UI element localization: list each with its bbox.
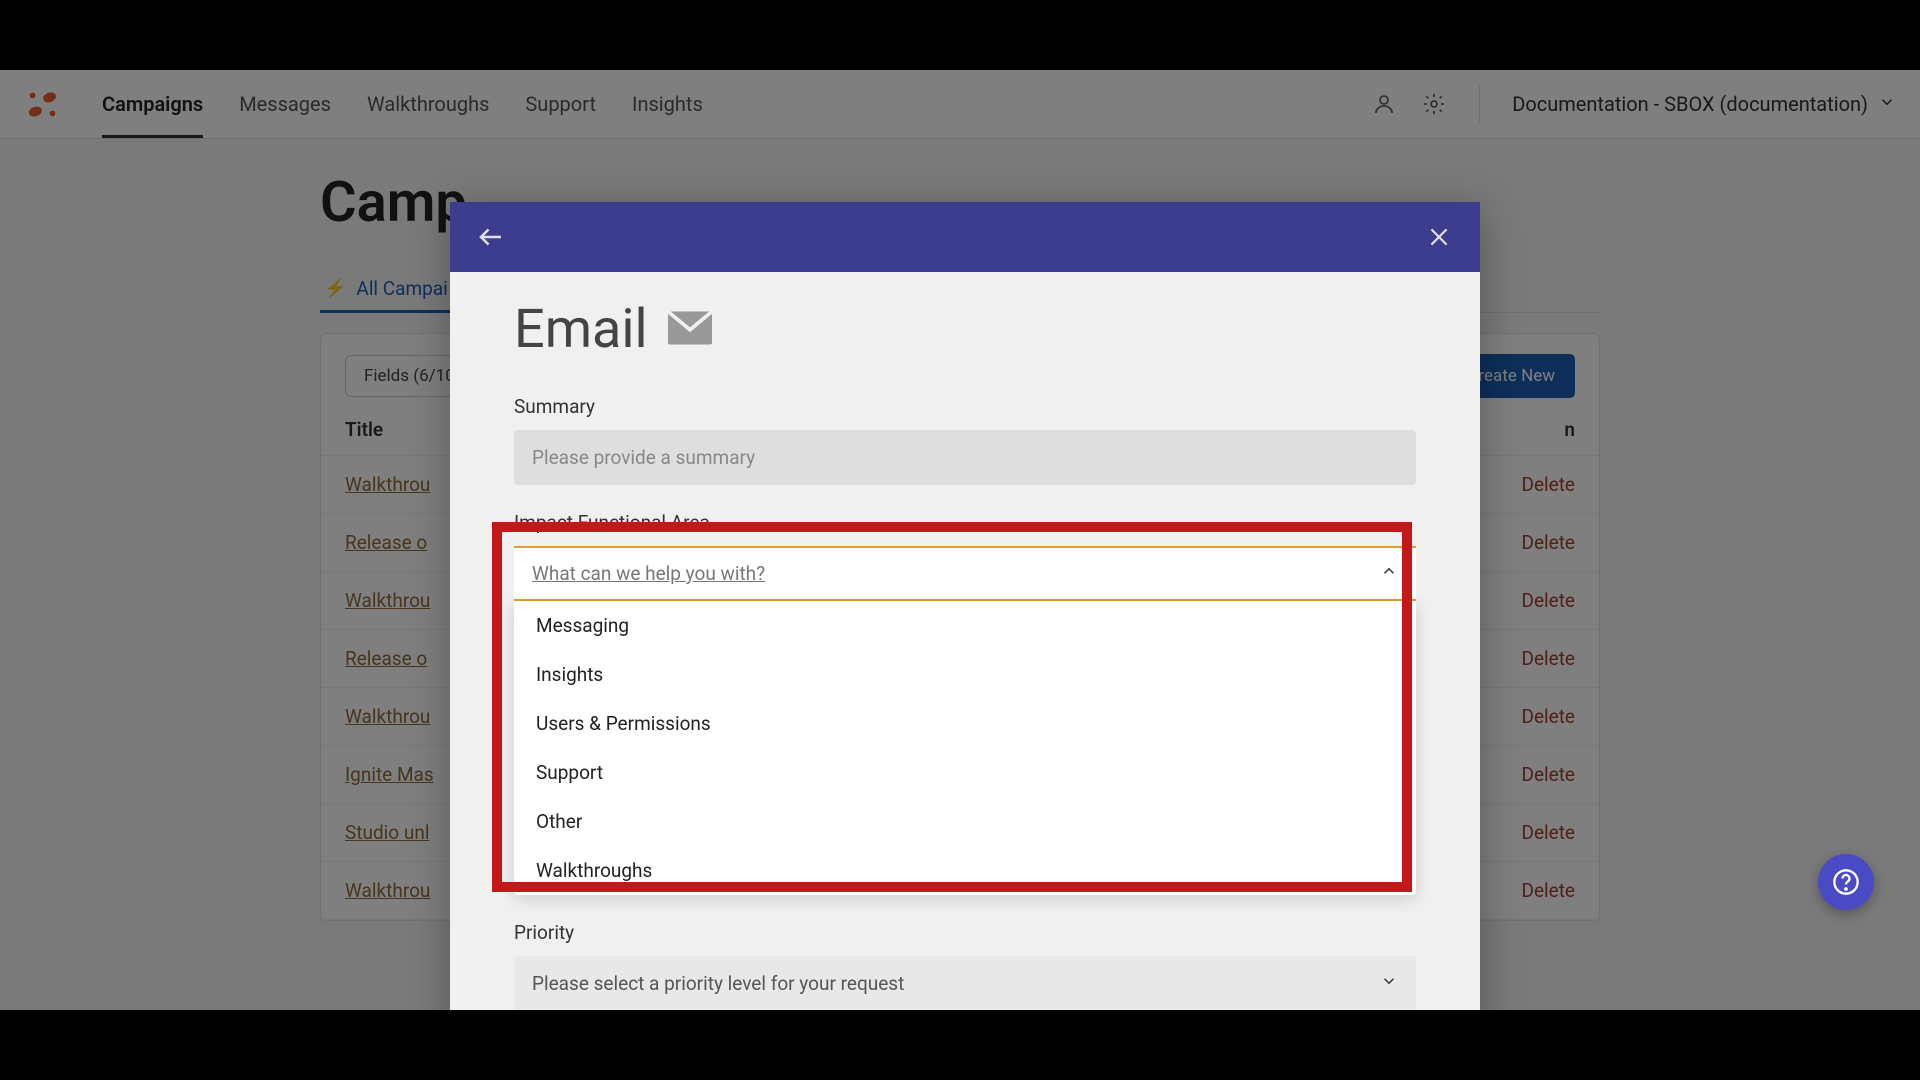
modal-title: Email [514, 298, 648, 361]
close-icon[interactable] [1424, 222, 1454, 252]
brand-logo[interactable] [24, 85, 62, 123]
functional-area-options: MessagingInsightsUsers & PermissionsSupp… [514, 601, 1416, 895]
summary-input[interactable] [514, 430, 1416, 485]
fields-label: Fields (6/10 [364, 366, 455, 386]
nav-support[interactable]: Support [525, 70, 596, 138]
priority-placeholder: Please select a priority level for your … [532, 972, 904, 995]
email-modal: Email Summary Impact Functional Area Wha… [450, 202, 1480, 1010]
modal-header [450, 202, 1480, 272]
tab-all-campaigns[interactable]: ⚡ All Campai [320, 265, 452, 312]
mail-icon [668, 311, 712, 349]
functional-area-option[interactable]: Walkthroughs [514, 846, 1416, 895]
bolt-icon: ⚡ [324, 278, 346, 299]
chevron-up-icon [1380, 562, 1398, 585]
nav-walkthroughs[interactable]: Walkthroughs [367, 70, 489, 138]
nav-items: Campaigns Messages Walkthroughs Support … [102, 70, 703, 138]
divider [1479, 86, 1480, 122]
back-arrow-icon[interactable] [476, 222, 506, 252]
functional-area-label: Impact Functional Area [514, 511, 1416, 534]
functional-area-section: Impact Functional Area What can we help … [514, 511, 1416, 895]
nav-campaigns[interactable]: Campaigns [102, 70, 203, 138]
priority-select[interactable]: Please select a priority level for your … [514, 956, 1416, 1010]
help-fab[interactable] [1818, 854, 1874, 910]
tab-label: All Campai [356, 277, 447, 300]
functional-area-option[interactable]: Support [514, 748, 1416, 797]
org-picker[interactable]: Documentation - SBOX (documentation) [1512, 92, 1896, 116]
modal-body: Email Summary Impact Functional Area Wha… [450, 272, 1480, 1010]
user-icon[interactable] [1371, 91, 1397, 117]
nav-messages[interactable]: Messages [239, 70, 331, 138]
top-nav: Campaigns Messages Walkthroughs Support … [0, 70, 1920, 139]
summary-label: Summary [514, 395, 1416, 418]
org-label: Documentation - SBOX (documentation) [1512, 92, 1868, 116]
chevron-down-icon [1878, 92, 1896, 116]
gear-icon[interactable] [1421, 91, 1447, 117]
functional-area-select[interactable]: What can we help you with? [514, 546, 1416, 601]
functional-area-placeholder: What can we help you with? [532, 562, 765, 585]
chevron-down-icon [1380, 972, 1398, 995]
functional-area-option[interactable]: Messaging [514, 601, 1416, 650]
functional-area-option[interactable]: Insights [514, 650, 1416, 699]
functional-area-option[interactable]: Other [514, 797, 1416, 846]
priority-label: Priority [514, 921, 1416, 944]
app-frame: Campaigns Messages Walkthroughs Support … [0, 70, 1920, 1010]
nav-insights[interactable]: Insights [632, 70, 703, 138]
functional-area-option[interactable]: Users & Permissions [514, 699, 1416, 748]
